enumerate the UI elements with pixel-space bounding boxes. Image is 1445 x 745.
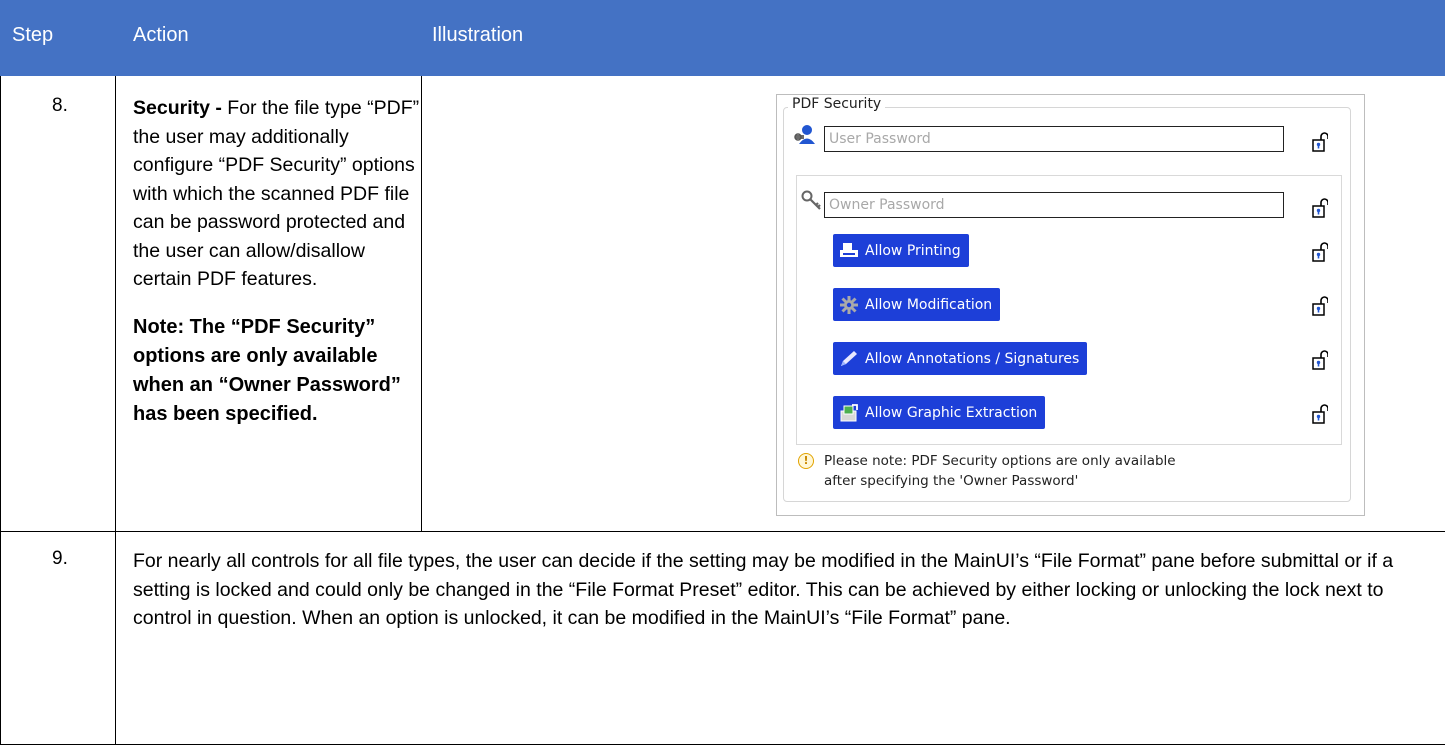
table-border-left [0, 76, 1, 745]
security-notice: ! Please note: PDF Security options are … [798, 451, 1176, 491]
user-icon [794, 124, 818, 151]
allow-printing-toggle[interactable]: Allow Printing [833, 234, 969, 267]
owner-permissions-box: Owner Password Allow Printing Allow Modi… [796, 175, 1342, 445]
header-action: Action [133, 24, 189, 46]
allow-printing-label: Allow Printing [865, 242, 961, 259]
action-title: Security - [133, 97, 222, 119]
allow-modification-label: Allow Modification [865, 296, 993, 313]
notice-line-1: Please note: PDF Security options are on… [824, 453, 1176, 469]
action-text: For the file type “PDF” the user may add… [133, 97, 420, 290]
lock-open-icon[interactable] [1312, 242, 1329, 262]
pdf-security-title: PDF Security [788, 96, 886, 112]
lock-open-icon[interactable] [1312, 198, 1329, 218]
header-step: Step [12, 24, 54, 46]
allow-annotations-label: Allow Annotations / Signatures [865, 350, 1080, 367]
action-note: Note: The “PDF Security” options are onl… [133, 315, 401, 425]
extract-icon [839, 403, 859, 423]
table-header: Step Action Illustration [0, 0, 1445, 76]
step-number-8: 8. [52, 95, 68, 116]
gear-icon [839, 295, 859, 315]
user-password-input[interactable]: User Password [824, 126, 1284, 152]
key-icon [801, 190, 823, 217]
step-number-9: 9. [52, 548, 68, 569]
header-illustration: Illustration [432, 24, 524, 46]
lock-open-icon[interactable] [1312, 132, 1329, 152]
pdf-security-illustration: PDF Security User Password Owner Passwor… [776, 94, 1365, 516]
pen-icon [839, 349, 859, 369]
pdf-security-group: PDF Security User Password Owner Passwor… [783, 96, 1351, 502]
action-description: Security - For the file type “PDF” the u… [133, 94, 423, 294]
table-divider-step [115, 76, 116, 745]
printer-icon [839, 241, 859, 261]
allow-modification-toggle[interactable]: Allow Modification [833, 288, 1001, 321]
table-row-divider [0, 531, 1445, 532]
warning-icon: ! [798, 453, 814, 469]
allow-graphic-extraction-label: Allow Graphic Extraction [865, 404, 1038, 421]
lock-open-icon[interactable] [1312, 404, 1329, 424]
action-cell: Security - For the file type “PDF” the u… [133, 94, 693, 448]
lock-open-icon[interactable] [1312, 350, 1329, 370]
allow-annotations-toggle[interactable]: Allow Annotations / Signatures [833, 342, 1088, 375]
lock-open-icon[interactable] [1312, 296, 1329, 316]
notice-line-2: after specifying the 'Owner Password' [824, 473, 1079, 489]
allow-graphic-extraction-toggle[interactable]: Allow Graphic Extraction [833, 396, 1046, 429]
step-9-description: For nearly all controls for all file typ… [133, 550, 1394, 630]
owner-password-input[interactable]: Owner Password [824, 192, 1284, 218]
